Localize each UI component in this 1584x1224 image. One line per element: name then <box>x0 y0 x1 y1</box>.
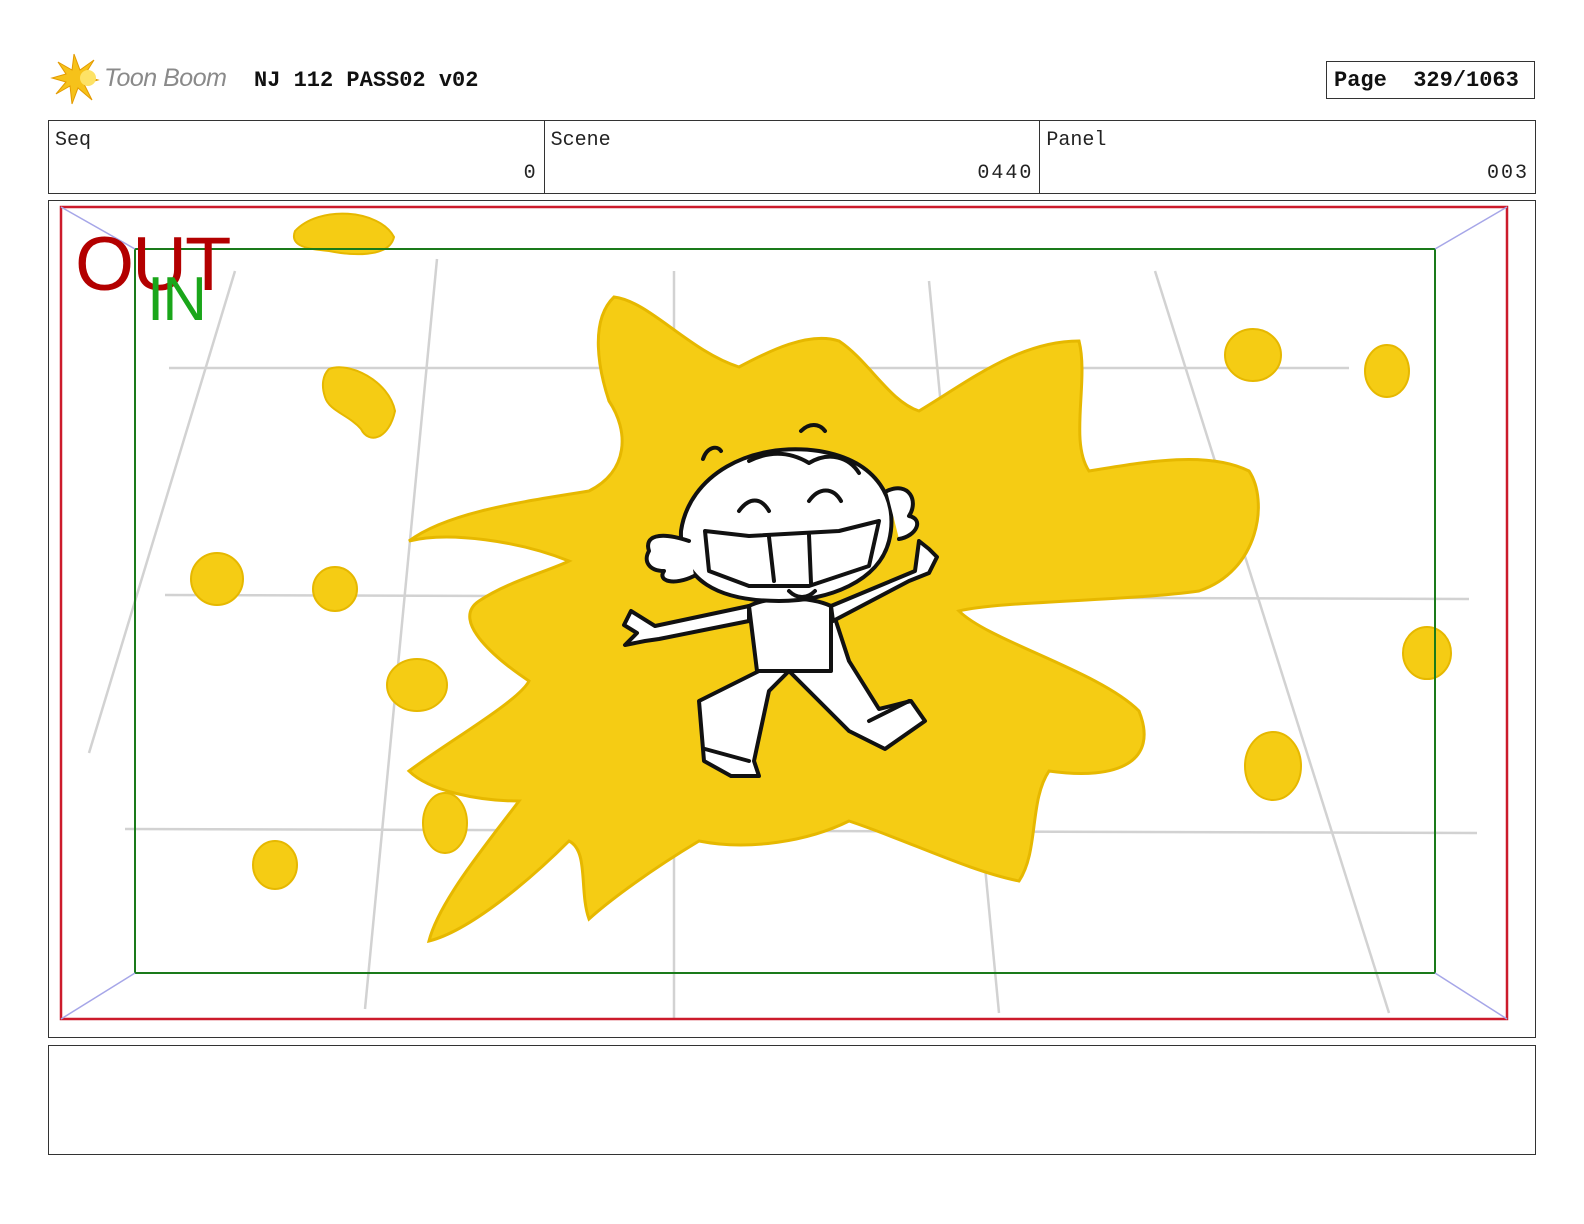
logo-text: Toon Boom <box>104 64 227 92</box>
scene-label: Scene <box>550 129 611 152</box>
document-title: NJ 112 PASS02 v02 <box>254 68 479 93</box>
in-frame-label: IN <box>147 265 207 334</box>
page-value: 329/1063 <box>1413 67 1519 93</box>
seq-label: Seq <box>55 129 92 152</box>
scene-cell: Scene 0440 <box>545 121 1041 193</box>
panel-drawing <box>59 205 1509 1021</box>
page-label: Page <box>1334 67 1387 93</box>
seq-value: 0 <box>523 162 538 185</box>
panel-notes-box <box>48 1045 1536 1155</box>
starburst-icon <box>50 53 100 105</box>
seq-cell: Seq 0 <box>49 121 545 193</box>
scene-value: 0440 <box>977 162 1034 185</box>
page-counter: Page 329/1063 <box>1326 61 1535 99</box>
storyboard-panel: OUT IN <box>48 200 1536 1038</box>
shot-info-bar: Seq 0 Scene 0440 Panel 003 <box>48 120 1536 194</box>
toon-boom-logo: Toon Boom <box>50 52 240 108</box>
panel-value: 003 <box>1487 162 1530 185</box>
panel-label: Panel <box>1046 129 1107 152</box>
panel-cell: Panel 003 <box>1040 121 1535 193</box>
